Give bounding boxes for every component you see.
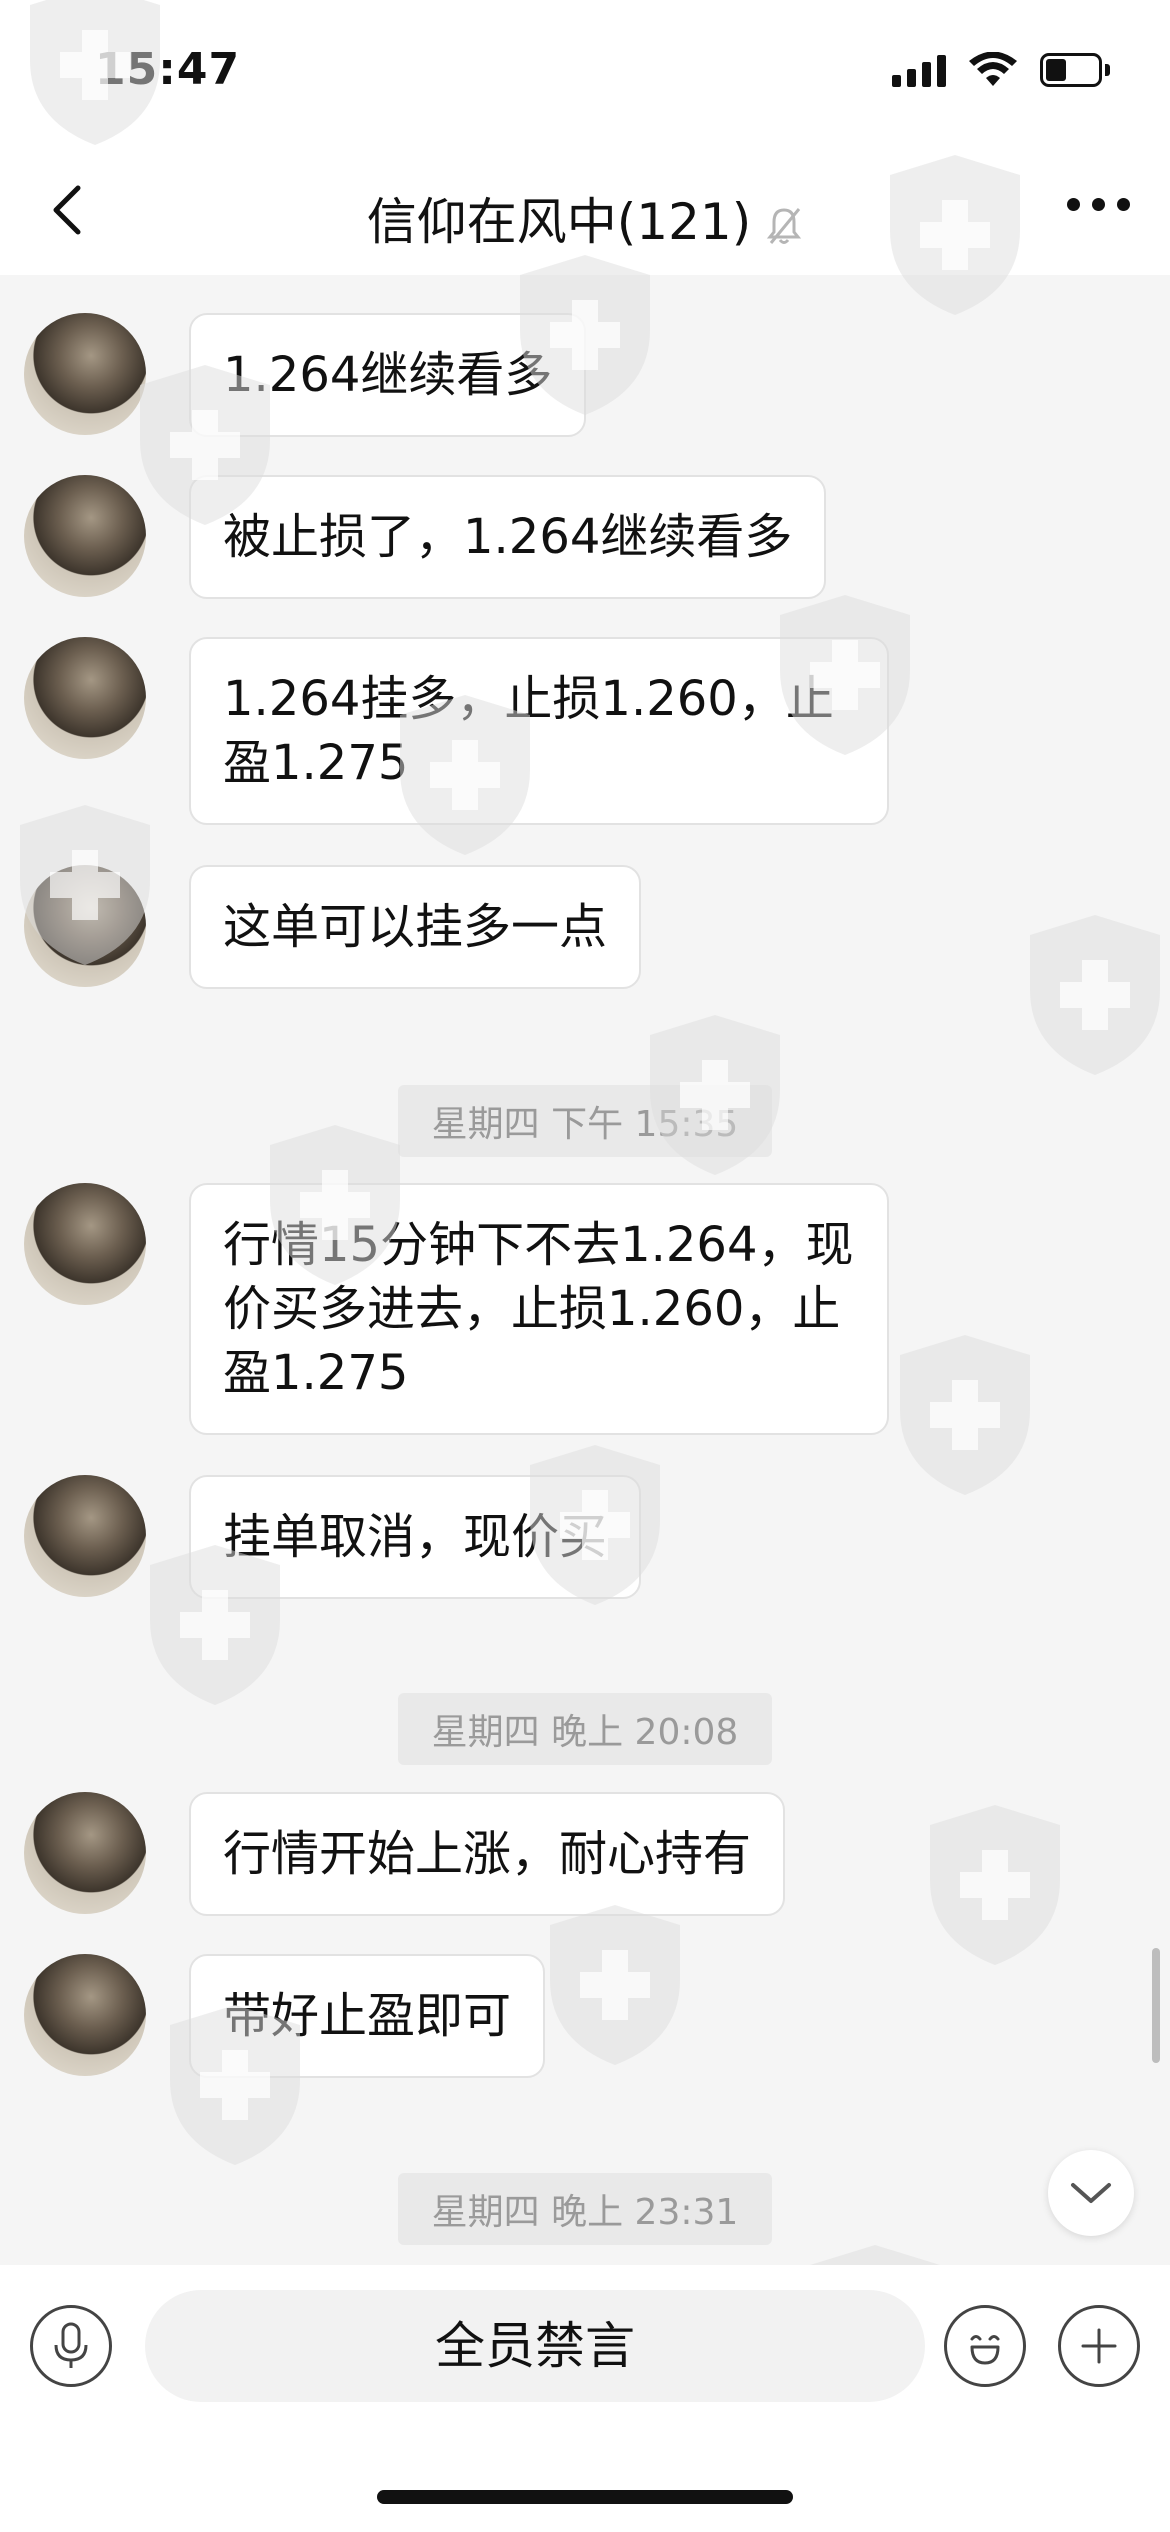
nav-bar: 信仰在风中(121) bbox=[0, 150, 1170, 275]
status-icons bbox=[892, 52, 1110, 88]
chat-area[interactable]: 1.264继续看多 被止损了，1.264继续看多 1.264挂多，止损1.260… bbox=[0, 275, 1170, 2265]
timestamp: 星期四 下午 15:35 bbox=[0, 1085, 1170, 1157]
message-row: 这单可以挂多一点 bbox=[24, 865, 642, 989]
message-bubble[interactable]: 1.264继续看多 bbox=[189, 313, 587, 437]
more-dots-icon[interactable] bbox=[1067, 198, 1130, 211]
battery-icon bbox=[1040, 53, 1110, 87]
avatar[interactable] bbox=[24, 1475, 146, 1597]
all-muted-notice: 全员禁言 bbox=[145, 2290, 925, 2402]
timestamp: 星期四 晚上 23:31 bbox=[0, 2173, 1170, 2245]
timestamp: 星期四 晚上 20:08 bbox=[0, 1693, 1170, 1765]
message-bubble[interactable]: 被止损了，1.264继续看多 bbox=[189, 475, 827, 599]
status-bar: 15:47 bbox=[0, 0, 1170, 150]
avatar[interactable] bbox=[24, 475, 146, 597]
scroll-to-bottom-button[interactable] bbox=[1048, 2150, 1134, 2236]
chat-title: 信仰在风中(121) bbox=[0, 182, 1170, 254]
message-row: 带好止盈即可 bbox=[24, 1954, 546, 2078]
timestamp-label: 星期四 下午 15:35 bbox=[397, 1085, 773, 1157]
more-actions-button[interactable] bbox=[1058, 2305, 1140, 2387]
message-bubble[interactable]: 行情15分钟下不去1.264，现价买多进去，止损1.260，止盈1.275 bbox=[189, 1183, 889, 1435]
plus-icon bbox=[1081, 2328, 1117, 2364]
avatar[interactable] bbox=[24, 637, 146, 759]
chevron-down-icon bbox=[1071, 2183, 1111, 2203]
message-bubble[interactable]: 这单可以挂多一点 bbox=[189, 865, 642, 989]
message-row: 挂单取消，现价买 bbox=[24, 1475, 642, 1599]
scrollbar[interactable] bbox=[1152, 1948, 1160, 2063]
voice-button[interactable] bbox=[30, 2305, 112, 2387]
message-row: 行情15分钟下不去1.264，现价买多进去，止损1.260，止盈1.275 bbox=[24, 1183, 889, 1435]
message-bubble[interactable]: 1.264挂多，止损1.260，止盈1.275 bbox=[189, 637, 889, 825]
message-row: 1.264继续看多 bbox=[24, 313, 587, 437]
avatar[interactable] bbox=[24, 1954, 146, 2076]
message-bubble[interactable]: 挂单取消，现价买 bbox=[189, 1475, 642, 1599]
input-bar: 全员禁言 bbox=[0, 2265, 1170, 2532]
avatar[interactable] bbox=[24, 865, 146, 987]
timestamp-label: 星期四 晚上 20:08 bbox=[397, 1693, 773, 1765]
avatar[interactable] bbox=[24, 313, 146, 435]
timestamp-label: 星期四 晚上 23:31 bbox=[397, 2173, 773, 2245]
message-bubble[interactable]: 行情开始上涨，耐心持有 bbox=[189, 1792, 786, 1916]
bell-muted-icon bbox=[767, 207, 802, 244]
group-name: 信仰在风中(121) bbox=[366, 193, 752, 251]
avatar[interactable] bbox=[24, 1183, 146, 1305]
emoji-icon bbox=[970, 2335, 1000, 2365]
emoji-button[interactable] bbox=[944, 2305, 1026, 2387]
avatar[interactable] bbox=[24, 1792, 146, 1914]
message-row: 行情开始上涨，耐心持有 bbox=[24, 1792, 786, 1916]
status-time: 15:47 bbox=[95, 44, 241, 95]
home-indicator[interactable] bbox=[377, 2490, 793, 2504]
wifi-icon bbox=[969, 52, 1017, 86]
message-row: 被止损了，1.264继续看多 bbox=[24, 475, 827, 599]
microphone-icon bbox=[54, 2322, 88, 2368]
signal-icon bbox=[892, 53, 946, 87]
message-bubble[interactable]: 带好止盈即可 bbox=[189, 1954, 546, 2078]
message-row: 1.264挂多，止损1.260，止盈1.275 bbox=[24, 637, 889, 825]
